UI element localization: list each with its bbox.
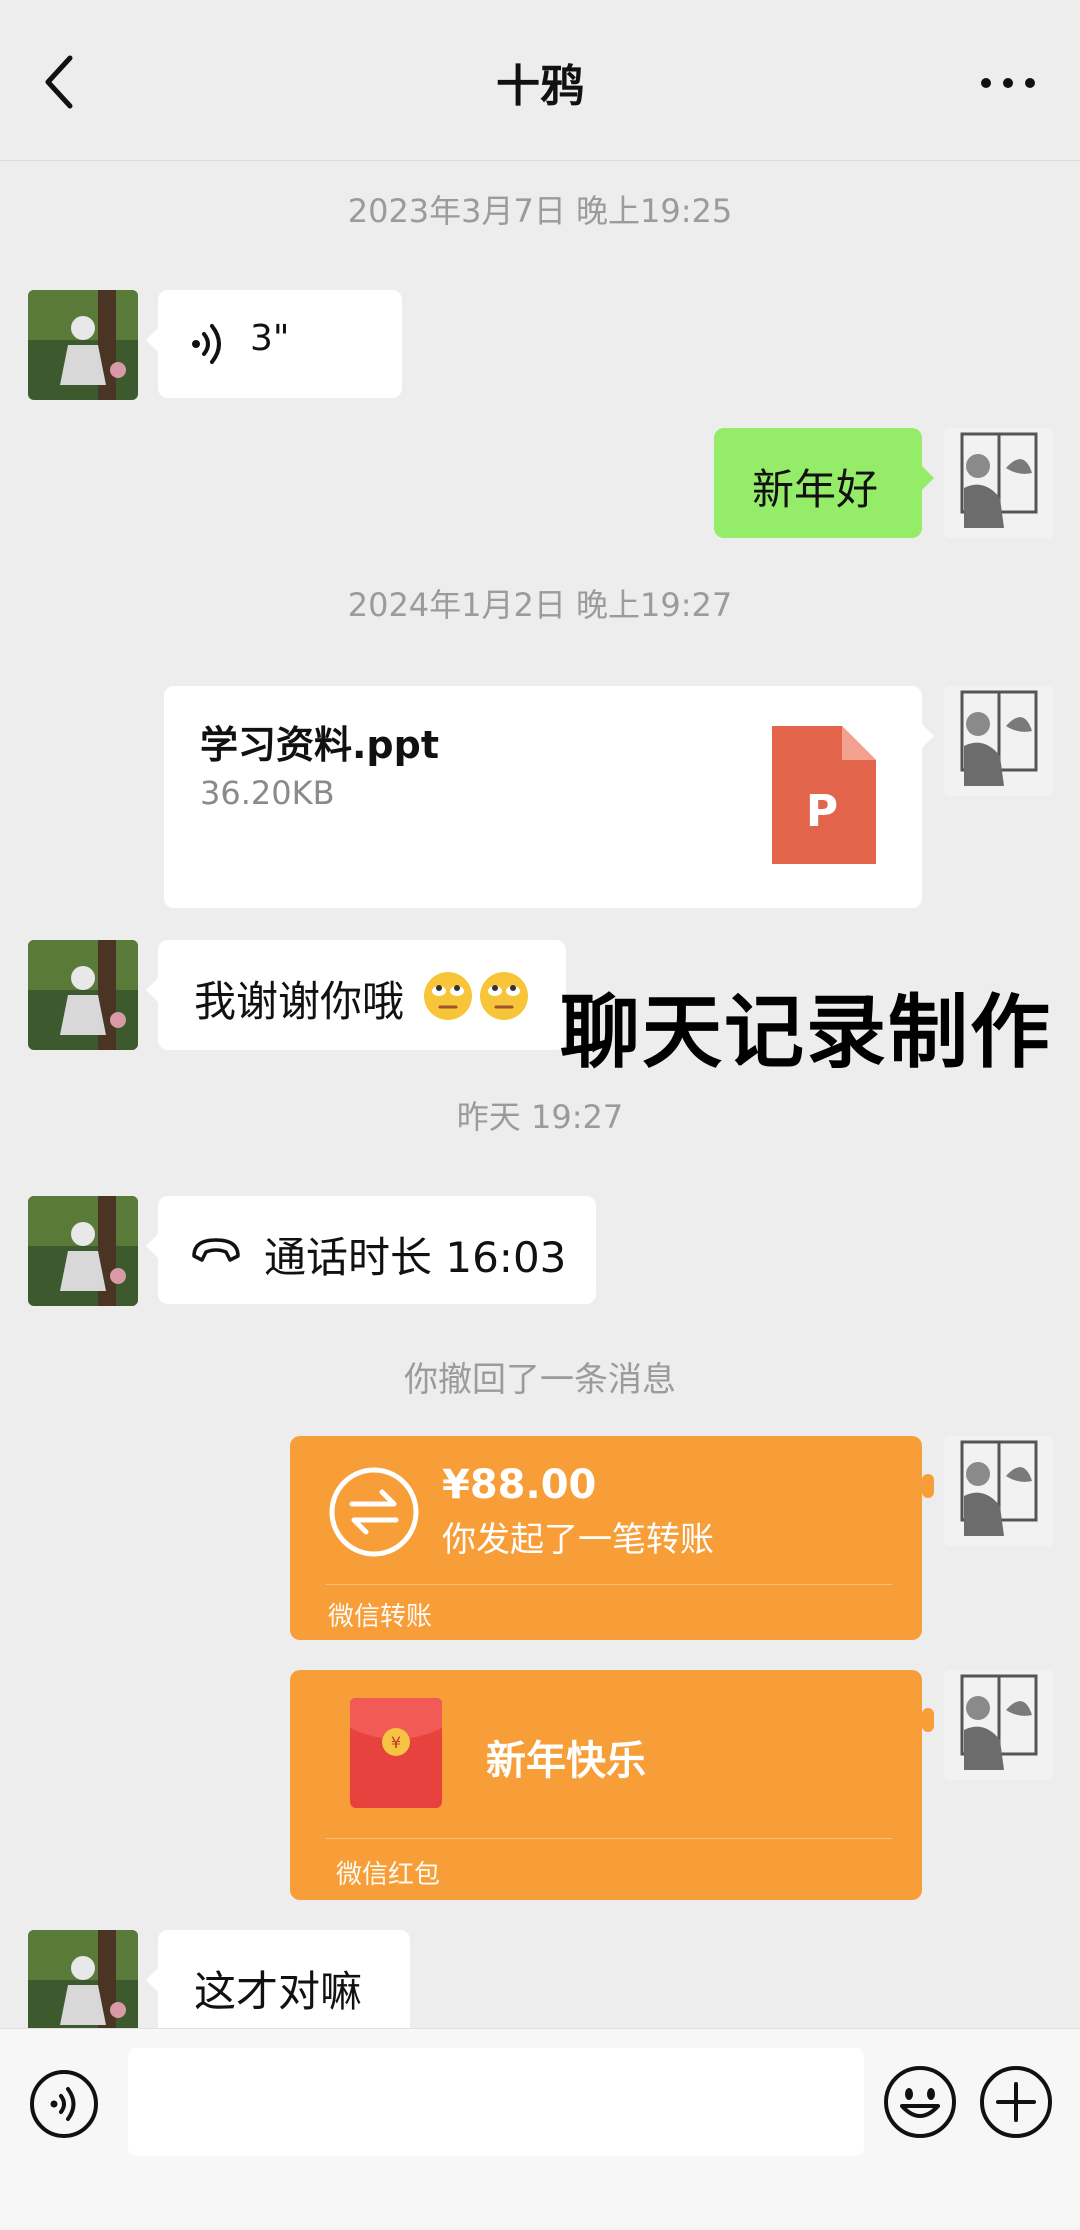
emoji-icon[interactable]	[882, 2064, 958, 2140]
voice-wave-icon	[192, 324, 221, 364]
file-size: 36.20KB	[200, 774, 335, 812]
voice-input-icon[interactable]	[28, 2068, 100, 2140]
contact-avatar[interactable]	[28, 1930, 138, 2040]
svg-text:¥: ¥	[391, 1733, 401, 1752]
transfer-desc: 你发起了一笔转账	[442, 1520, 714, 1560]
call-duration: 通话时长 16:03	[264, 1233, 567, 1282]
received-text-bubble[interactable]: 这才对嘛	[146, 1930, 410, 2040]
red-packet-text: 新年快乐	[486, 1738, 646, 1784]
eye-roll-emoji	[480, 972, 528, 1020]
watermark-text: 聊天记录制作	[560, 986, 1052, 1079]
voice-message-bubble[interactable]: 3"	[146, 290, 402, 398]
timestamp: 2024年1月2日 晚上19:27	[347, 586, 733, 624]
file-message-card[interactable]: 学习资料.ppt 36.20KB P	[164, 686, 934, 908]
recall-notice: 你撤回了一条消息	[404, 1360, 676, 1400]
plus-icon[interactable]	[978, 2064, 1054, 2140]
ppt-file-icon: P	[772, 726, 876, 864]
message-text: 我谢谢你哦	[194, 977, 405, 1026]
message-text: 这才对嘛	[194, 1967, 363, 2016]
phone-hangup-icon	[192, 1238, 240, 1262]
contact-avatar[interactable]	[28, 940, 138, 1050]
contact-avatar[interactable]	[28, 1196, 138, 1306]
transfer-amount: ¥88.00	[442, 1462, 597, 1508]
red-packet-footer: 微信红包	[336, 1860, 441, 1890]
chat-title: 十鸦	[496, 61, 584, 112]
timestamp: 2023年3月7日 晚上19:25	[347, 192, 733, 230]
my-avatar[interactable]	[944, 428, 1054, 538]
transfer-footer: 微信转账	[328, 1602, 433, 1632]
transfer-icon	[329, 1467, 419, 1557]
sent-text-bubble[interactable]: 新年好	[714, 428, 934, 538]
contact-avatar[interactable]	[28, 290, 138, 400]
svg-text:P: P	[806, 786, 838, 837]
message-input[interactable]	[128, 2048, 864, 2156]
eye-roll-emoji	[424, 972, 472, 1020]
my-avatar[interactable]	[944, 686, 1054, 796]
more-icon[interactable]	[978, 68, 1038, 98]
red-packet-icon: ¥	[350, 1698, 442, 1808]
my-avatar[interactable]	[944, 1436, 1054, 1546]
file-name: 学习资料.ppt	[200, 723, 440, 767]
red-packet-card[interactable]: ¥ 新年快乐 微信红包	[290, 1670, 934, 1900]
call-record-bubble[interactable]: 通话时长 16:03	[146, 1196, 596, 1304]
transfer-card[interactable]: ¥88.00 你发起了一笔转账 微信转账	[290, 1436, 934, 1640]
my-avatar[interactable]	[944, 1670, 1054, 1780]
timestamp: 昨天 19:27	[456, 1098, 624, 1136]
message-text: 新年好	[752, 465, 879, 514]
received-text-bubble[interactable]: 我谢谢你哦	[146, 940, 566, 1050]
voice-duration: 3"	[250, 318, 290, 359]
